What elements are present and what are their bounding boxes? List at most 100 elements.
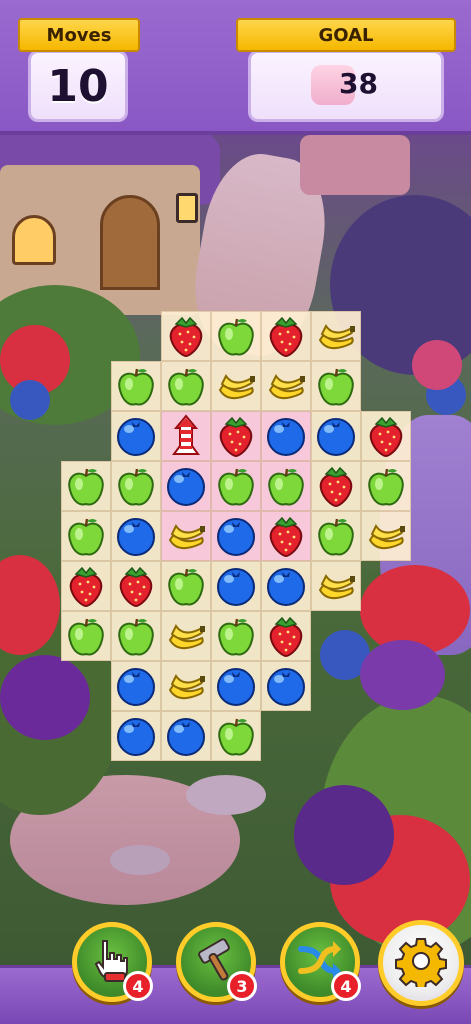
raspberry [412,340,462,390]
board-cell[interactable] [211,611,261,661]
board-cell[interactable] [211,311,261,361]
strawberry-tile-icon [114,564,158,608]
apple-tile-icon [214,714,258,758]
blackberry-cluster [294,785,394,885]
board-cell[interactable] [211,661,261,711]
board-cell[interactable] [261,561,311,611]
gear-icon [395,935,447,991]
apple-tile-icon [114,364,158,408]
blueberry-tile-icon [264,664,308,708]
board-cell[interactable] [211,361,261,411]
blueberry-tile-icon [114,664,158,708]
board-cell[interactable] [211,511,261,561]
blackberry-cluster [0,655,90,740]
blueberry-tile-icon [164,714,208,758]
board-cell[interactable] [361,511,411,561]
board-cell[interactable] [211,711,261,761]
board-cell[interactable] [261,611,311,661]
board-cell[interactable] [111,411,161,461]
stone [110,845,170,875]
apple-tile-icon [214,314,258,358]
blueberry-tile-icon [164,464,208,508]
big-blueberry [10,380,50,420]
cottage-door [100,195,160,290]
board-cell[interactable] [211,461,261,511]
board-cell[interactable] [211,561,261,611]
board-cell[interactable] [311,411,361,461]
banana-tile-icon [314,314,358,358]
board-cell[interactable] [111,511,161,561]
board-cell[interactable] [311,511,361,561]
board-cell[interactable] [61,611,111,661]
shuffle-booster-count: 4 [331,971,361,1001]
board-cell[interactable] [261,511,311,561]
banana-tile-icon [164,514,208,558]
lantern [176,193,198,223]
blueberry-tile-icon [264,564,308,608]
banana-tile-icon [164,664,208,708]
apple-tile-icon [314,364,358,408]
board-cell[interactable] [61,511,111,561]
board-cell[interactable] [111,361,161,411]
board-cell[interactable] [161,511,211,561]
hand-booster-button[interactable]: 4 [72,922,153,1002]
board-cell[interactable] [311,361,361,411]
board-cell[interactable] [161,561,211,611]
board-cell[interactable] [361,461,411,511]
apple-tile-icon [164,364,208,408]
board-cell[interactable] [211,411,261,461]
hammer-booster-button[interactable]: 3 [176,922,257,1002]
banana-tile-icon [264,364,308,408]
hammer-booster-count: 3 [227,971,257,1001]
board-cell[interactable] [161,461,211,511]
stone [186,775,266,815]
apple-tile-icon [64,514,108,558]
board-cell[interactable] [61,561,111,611]
banana-tile-icon [214,364,258,408]
board-cell[interactable] [161,411,211,461]
apple-tile-icon [114,464,158,508]
strawberry-tile-icon [214,414,258,458]
banana-tile-icon [314,564,358,608]
settings-button[interactable] [378,920,464,1006]
board-cell[interactable] [361,411,411,461]
shuffle-booster-button[interactable]: 4 [280,922,361,1002]
strawberry-tile-icon [264,514,308,558]
banana-tile-icon [364,514,408,558]
strawberry-tile-icon [264,614,308,658]
board-cell[interactable] [111,561,161,611]
moves-banner: Moves [18,18,140,52]
blueberry-tile-icon [114,414,158,458]
goal-banner: GOAL [236,18,456,52]
board-cell[interactable] [111,611,161,661]
board-cell[interactable] [61,461,111,511]
board-cell[interactable] [261,361,311,411]
board-cell[interactable] [261,311,311,361]
board-cell[interactable] [311,461,361,511]
blueberry-tile-icon [114,714,158,758]
blueberry-tile-icon [214,564,258,608]
strawberry-tile-icon [264,314,308,358]
apple-tile-icon [114,614,158,658]
board-cell[interactable] [311,561,361,611]
board-cell[interactable] [261,461,311,511]
hand-booster-count: 4 [123,971,153,1001]
top-hud: 10 Moves 38 GOAL [0,0,471,135]
board-cell[interactable] [111,711,161,761]
board-cell[interactable] [111,661,161,711]
moves-label: Moves [46,24,112,46]
board-cell[interactable] [161,361,211,411]
board-cell[interactable] [111,461,161,511]
banana-tile-icon [164,614,208,658]
blueberry-tile-icon [214,664,258,708]
apple-tile-icon [164,564,208,608]
board-cell[interactable] [161,711,211,761]
board-cell[interactable] [161,311,211,361]
board-cell[interactable] [261,661,311,711]
board-cell[interactable] [311,311,361,361]
board-cell[interactable] [161,661,211,711]
cottage-window [12,215,56,265]
board-cell[interactable] [261,411,311,461]
blueberry-tile-icon [314,414,358,458]
board-cell[interactable] [161,611,211,661]
